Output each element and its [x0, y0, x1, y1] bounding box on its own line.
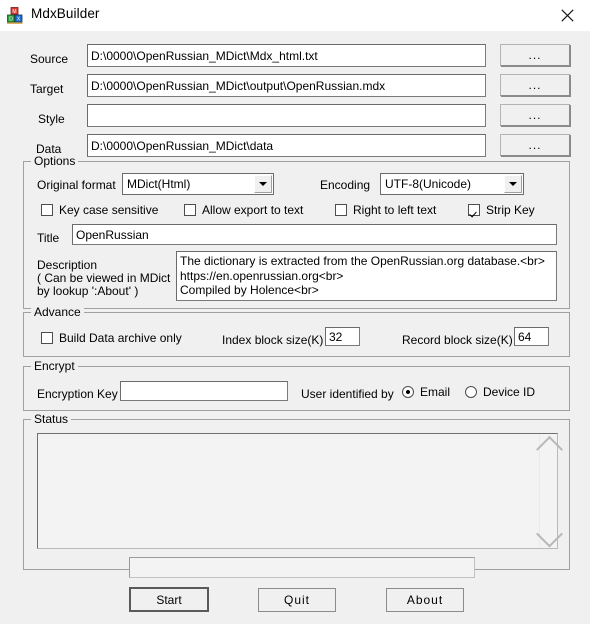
original-format-label: Original format [37, 178, 116, 192]
checkbox-right-to-left-text[interactable]: Right to left text [335, 203, 436, 217]
radio-label: Device ID [483, 385, 536, 399]
description-label-line2: ( Can be viewed in MDict [37, 271, 171, 285]
radio-email[interactable]: Email [402, 385, 450, 399]
checkbox-label: Right to left text [353, 203, 437, 217]
advance-group-title: Advance [31, 305, 84, 319]
close-icon[interactable] [544, 0, 590, 30]
description-label-line3: by lookup ':About' ) [37, 284, 139, 298]
checkbox-box[interactable] [41, 204, 53, 216]
options-group-title: Options [31, 154, 79, 168]
checkbox-label: Allow export to text [202, 203, 304, 217]
encryption-key-input[interactable] [120, 381, 288, 401]
scroll-up-icon[interactable] [536, 435, 563, 463]
original-format-select[interactable]: MDict(Html) [122, 173, 274, 195]
title-input[interactable] [72, 224, 557, 245]
start-button[interactable]: Start [129, 587, 209, 612]
checkbox-strip-key[interactable]: Strip Key [468, 203, 535, 217]
target-label: Target [30, 82, 64, 96]
scroll-down-icon[interactable] [536, 520, 563, 548]
description-textarea[interactable]: The dictionary is extracted from the Ope… [176, 251, 557, 301]
radio-circle[interactable] [402, 386, 414, 398]
source-label: Source [30, 52, 69, 66]
data-input[interactable] [87, 134, 486, 157]
style-label: Style [38, 112, 65, 126]
svg-text:D: D [9, 17, 13, 23]
checkbox-label: Key case sensitive [59, 203, 159, 217]
checkbox-box[interactable] [468, 204, 480, 216]
title-bar: M D X MdxBuilder [0, 0, 590, 32]
record-block-size-input[interactable] [514, 327, 549, 346]
encoding-select[interactable]: UTF-8(Unicode) [380, 173, 524, 195]
status-group-title: Status [31, 412, 72, 426]
style-browse-button[interactable]: ... [500, 104, 570, 126]
checkbox-box[interactable] [335, 204, 347, 216]
checkbox-label: Strip Key [486, 203, 535, 217]
user-identified-by-label: User identified by [301, 387, 394, 401]
source-browse-button[interactable]: ... [500, 44, 570, 66]
index-block-size-label: Index block size(K) [222, 333, 324, 347]
description-label-line1: Description [37, 258, 98, 272]
encrypt-group-title: Encrypt [31, 359, 78, 373]
title-field-label: Title [37, 231, 60, 245]
radio-circle[interactable] [465, 386, 477, 398]
client-area: Source ... Target ... Style ... Data ...… [0, 31, 590, 624]
target-browse-button[interactable]: ... [500, 74, 570, 96]
status-scrollbar[interactable] [536, 435, 563, 548]
target-input[interactable] [87, 74, 486, 97]
index-block-size-input[interactable] [325, 327, 360, 346]
data-browse-button[interactable]: ... [500, 134, 570, 156]
mdxbuilder-window: M D X MdxBuilder Source ... Target ... S… [0, 0, 590, 624]
encoding-label: Encoding [320, 178, 371, 192]
progress-bar [129, 557, 475, 578]
record-block-size-label: Record block size(K) [402, 333, 513, 347]
checkbox-box[interactable] [41, 332, 53, 344]
style-input[interactable] [87, 104, 486, 127]
quit-button[interactable]: Quit [258, 588, 336, 612]
checkbox-box[interactable] [184, 204, 196, 216]
radio-device-id[interactable]: Device ID [465, 385, 535, 399]
checkbox-key-case-sensitive[interactable]: Key case sensitive [41, 203, 158, 217]
status-log[interactable] [37, 433, 563, 549]
chevron-down-icon[interactable] [504, 175, 522, 193]
checkbox-label: Build Data archive only [59, 331, 182, 345]
radio-label: Email [420, 385, 451, 399]
window-title: MdxBuilder [31, 6, 100, 21]
svg-text:M: M [12, 9, 16, 15]
mdx-blocks-icon: M D X [7, 7, 24, 24]
chevron-down-icon[interactable] [254, 175, 272, 193]
about-button[interactable]: About [386, 588, 464, 612]
source-input[interactable] [87, 44, 486, 67]
options-group: Options Original format MDict(Html) Enco… [23, 154, 570, 309]
encrypt-group: Encrypt Encryption Key User identified b… [23, 359, 570, 411]
advance-group: Advance Build Data archive only Index bl… [23, 305, 570, 357]
encoding-value: UTF-8(Unicode) [385, 177, 472, 191]
original-format-value: MDict(Html) [127, 177, 191, 191]
encryption-key-label: Encryption Key [37, 387, 118, 401]
checkbox-allow-export-to-text[interactable]: Allow export to text [184, 203, 303, 217]
checkbox-build-data-archive-only[interactable]: Build Data archive only [41, 331, 182, 345]
status-group: Status [23, 412, 570, 578]
